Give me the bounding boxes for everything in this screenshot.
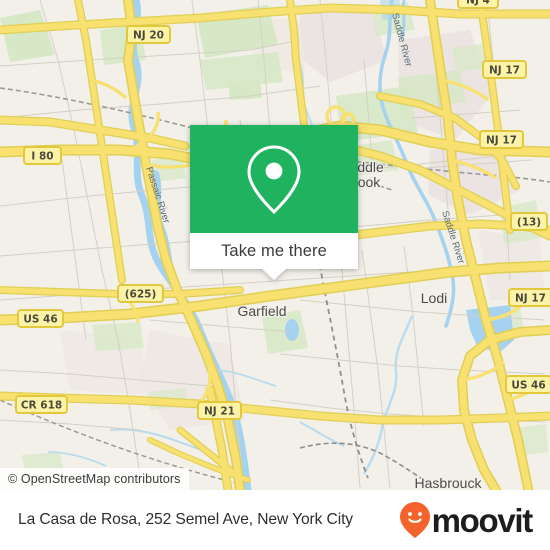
moovit-logo[interactable]: moovit <box>399 501 534 539</box>
attribution-text: © OpenStreetMap contributors <box>8 472 181 486</box>
address-label: La Casa de Rosa, 252 Semel Ave, New York… <box>18 511 353 528</box>
svg-text:Garfield: Garfield <box>237 303 286 319</box>
popup-image-area <box>190 125 358 233</box>
app-screen: Saddle Brook Garfield Lodi Hasbrouck Pas… <box>0 0 550 550</box>
svg-text:NJ 20: NJ 20 <box>133 30 164 42</box>
svg-text:Lodi: Lodi <box>421 290 447 306</box>
svg-text:(625): (625) <box>125 289 157 301</box>
svg-text:I 80: I 80 <box>31 151 53 163</box>
svg-text:NJ 17: NJ 17 <box>489 65 520 77</box>
moovit-wordmark: moovit <box>431 501 534 539</box>
svg-text:NJ 17: NJ 17 <box>486 135 517 147</box>
svg-text:CR 618: CR 618 <box>21 400 62 412</box>
map-attribution[interactable]: © OpenStreetMap contributors <box>0 468 189 490</box>
location-popup[interactable]: Take me there <box>190 125 358 280</box>
svg-text:(13): (13) <box>517 217 541 229</box>
take-me-there-button[interactable]: Take me there <box>190 233 358 280</box>
svg-text:US 46: US 46 <box>511 380 545 392</box>
footer-bar: La Casa de Rosa, 252 Semel Ave, New York… <box>0 490 550 550</box>
svg-text:NJ 4: NJ 4 <box>466 0 490 7</box>
popup-pointer-tail <box>262 269 286 280</box>
svg-text:US 46: US 46 <box>23 314 57 326</box>
moovit-pin-smiley-icon <box>399 502 430 538</box>
popup-action-label: Take me there <box>221 241 327 260</box>
svg-text:NJ 17: NJ 17 <box>515 293 546 305</box>
map-pin-icon <box>247 145 301 215</box>
svg-text:Hasbrouck: Hasbrouck <box>415 475 483 490</box>
svg-text:NJ 21: NJ 21 <box>204 406 235 418</box>
